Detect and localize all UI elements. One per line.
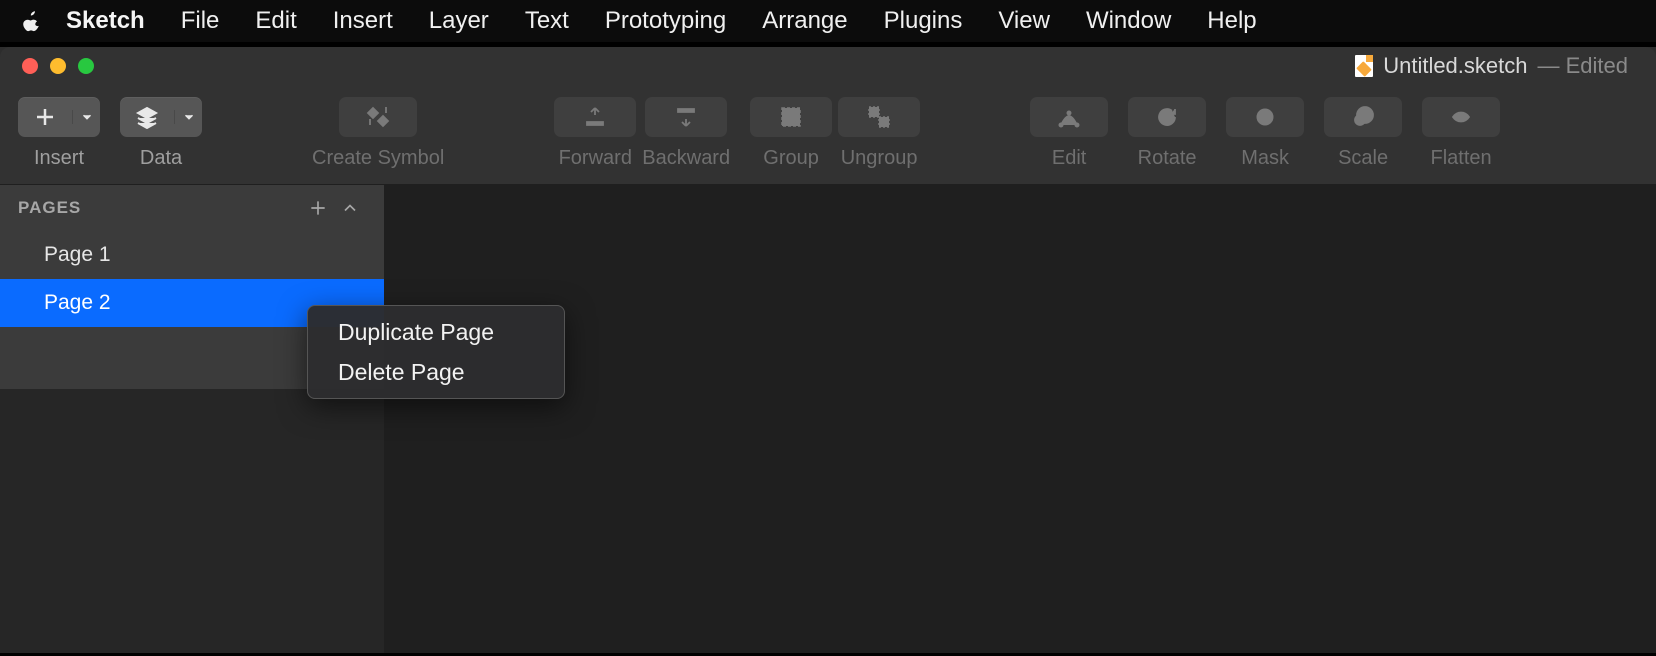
context-menu-duplicate-page[interactable]: Duplicate Page: [308, 312, 564, 352]
scale-label: Scale: [1338, 147, 1388, 170]
page-item[interactable]: Page 1: [0, 231, 384, 279]
pages-header: PAGES: [0, 185, 384, 231]
ungroup-label: Ungroup: [841, 147, 918, 170]
layers-panel: [0, 389, 384, 653]
mask-button[interactable]: [1226, 97, 1304, 137]
mask-label: Mask: [1241, 147, 1289, 170]
menubar-app-name[interactable]: Sketch: [48, 7, 163, 35]
menu-window[interactable]: Window: [1068, 7, 1189, 35]
window-zoom-button[interactable]: [78, 58, 94, 74]
group-button[interactable]: [750, 97, 832, 137]
menu-arrange[interactable]: Arrange: [744, 7, 865, 35]
create-symbol-button[interactable]: [339, 97, 417, 137]
backward-label: Backward: [642, 147, 730, 170]
data-button[interactable]: [120, 97, 202, 137]
sidebar: PAGES Page 1 Page 2: [0, 185, 384, 653]
rotate-button[interactable]: [1128, 97, 1206, 137]
document-icon: [1355, 55, 1373, 77]
traffic-lights: [22, 58, 94, 74]
edit-button[interactable]: [1030, 97, 1108, 137]
menu-file[interactable]: File: [163, 7, 238, 35]
menu-view[interactable]: View: [980, 7, 1068, 35]
document-name: Untitled.sketch: [1383, 53, 1527, 79]
backward-button[interactable]: [645, 97, 727, 137]
menu-text[interactable]: Text: [507, 7, 587, 35]
window-title: Untitled.sketch — Edited: [1355, 53, 1628, 79]
menu-plugins[interactable]: Plugins: [866, 7, 981, 35]
apple-menu-icon[interactable]: [20, 10, 48, 32]
add-page-button[interactable]: [302, 198, 334, 218]
flatten-label: Flatten: [1431, 147, 1492, 170]
pages-title: PAGES: [18, 198, 302, 218]
forward-button[interactable]: [554, 97, 636, 137]
macos-menubar: Sketch File Edit Insert Layer Text Proto…: [0, 0, 1656, 42]
menu-help[interactable]: Help: [1189, 7, 1274, 35]
data-label: Data: [140, 147, 182, 170]
document-edited-label: — Edited: [1538, 53, 1629, 79]
window-close-button[interactable]: [22, 58, 38, 74]
edit-label: Edit: [1052, 147, 1086, 170]
ungroup-button[interactable]: [838, 97, 920, 137]
menu-insert[interactable]: Insert: [315, 7, 411, 35]
insert-button[interactable]: [18, 97, 100, 137]
context-menu: Duplicate Page Delete Page: [307, 305, 565, 399]
canvas[interactable]: [384, 185, 1656, 653]
menu-edit[interactable]: Edit: [237, 7, 314, 35]
flatten-button[interactable]: [1422, 97, 1500, 137]
chevron-down-icon[interactable]: [174, 110, 202, 124]
window-minimize-button[interactable]: [50, 58, 66, 74]
insert-label: Insert: [34, 147, 84, 170]
chevron-down-icon[interactable]: [72, 110, 100, 124]
context-menu-delete-page[interactable]: Delete Page: [308, 352, 564, 392]
menu-prototyping[interactable]: Prototyping: [587, 7, 744, 35]
group-label: Group: [763, 147, 819, 170]
create-symbol-label: Create Symbol: [312, 147, 444, 170]
scale-button[interactable]: [1324, 97, 1402, 137]
forward-label: Forward: [559, 147, 632, 170]
sketch-window: Untitled.sketch — Edited Insert Data Cre…: [0, 47, 1656, 653]
menu-layer[interactable]: Layer: [411, 7, 507, 35]
rotate-label: Rotate: [1138, 147, 1197, 170]
toolbar: Insert Data Create Symbol F: [0, 85, 1656, 185]
window-titlebar: Untitled.sketch — Edited: [0, 47, 1656, 85]
collapse-pages-button[interactable]: [334, 198, 366, 218]
